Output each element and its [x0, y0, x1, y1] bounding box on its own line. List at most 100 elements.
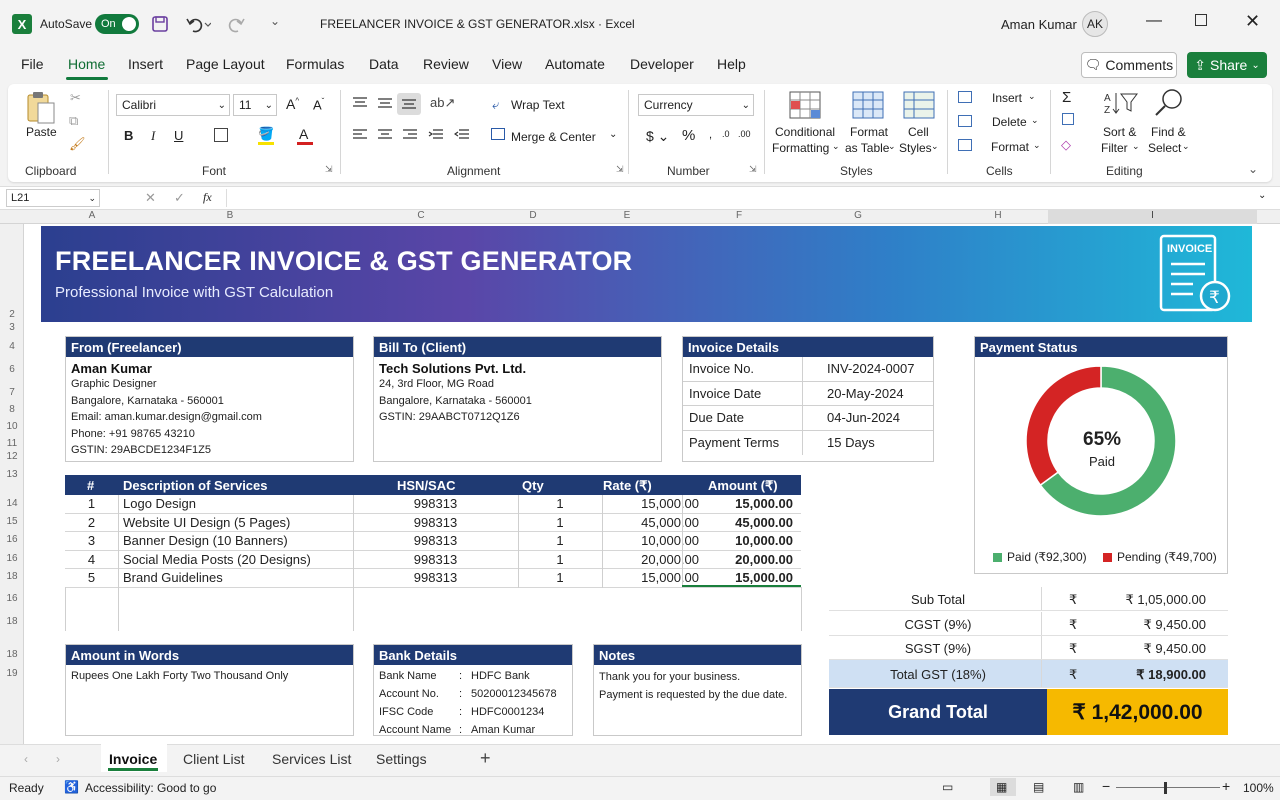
page-layout-view-icon[interactable]: ▤ — [1033, 780, 1044, 794]
sort-filter-label-1[interactable]: Sort & — [1103, 125, 1136, 139]
cell-styles-label-1[interactable]: Cell — [908, 125, 929, 139]
chevron-down-icon[interactable]: ⌄ — [832, 141, 840, 152]
comments-button[interactable]: 🗨 Comments — [1081, 52, 1177, 78]
insert-function-icon[interactable]: fx — [203, 190, 212, 205]
row-header[interactable]: 8 — [2, 404, 22, 415]
item-qty[interactable]: 1 — [518, 515, 602, 530]
item-number[interactable]: 5 — [65, 570, 118, 585]
row-header[interactable]: 6 — [2, 364, 22, 375]
menu-insert[interactable]: Insert — [128, 56, 163, 72]
merge-center-button[interactable]: Merge & Center — [511, 130, 596, 144]
dialog-launcher-icon[interactable]: ⇲ — [749, 164, 757, 175]
zoom-slider-thumb[interactable] — [1164, 782, 1167, 794]
font-name-select[interactable]: Calibri ⌄ — [116, 94, 230, 116]
font-size-select[interactable]: 11 ⌄ — [233, 94, 277, 116]
underline-icon[interactable]: U — [174, 128, 183, 143]
undo-icon[interactable] — [185, 15, 212, 36]
bank-value[interactable]: HDFC0001234 — [471, 706, 544, 718]
column-header[interactable]: G — [848, 210, 868, 221]
chevron-down-icon[interactable]: ⌄ — [1031, 115, 1039, 126]
selected-column-header[interactable]: I — [1048, 210, 1257, 224]
bold-icon[interactable]: B — [124, 128, 133, 143]
dialog-launcher-icon[interactable]: ⇲ — [616, 164, 624, 175]
decrease-indent-icon[interactable] — [428, 128, 444, 145]
menu-data[interactable]: Data — [369, 56, 399, 72]
chevron-down-icon[interactable]: ⌄ — [1028, 91, 1036, 102]
decrease-font-icon[interactable]: Aˇ — [313, 97, 324, 112]
menu-view[interactable]: View — [492, 56, 522, 72]
row-header[interactable]: 19 — [2, 668, 22, 679]
find-select-label-2[interactable]: Select — [1148, 141, 1181, 155]
tab-client-list[interactable]: Client List — [183, 751, 244, 767]
share-button[interactable]: ⇪ Share ⌄ — [1187, 52, 1267, 78]
item-description[interactable]: Website UI Design (5 Pages) — [123, 515, 353, 530]
align-top-icon[interactable] — [352, 96, 368, 113]
align-right-icon[interactable] — [402, 128, 418, 145]
confirm-entry-icon[interactable]: ✓ — [174, 190, 185, 206]
tab-invoice[interactable]: Invoice — [101, 744, 167, 772]
column-header[interactable]: D — [523, 210, 543, 221]
item-hsn[interactable]: 998313 — [353, 515, 518, 530]
close-icon[interactable]: ✕ — [1245, 11, 1260, 32]
column-header[interactable]: H — [988, 210, 1008, 221]
menu-formulas[interactable]: Formulas — [286, 56, 344, 72]
row-header[interactable]: 4 — [2, 341, 22, 352]
borders-icon[interactable] — [214, 128, 228, 142]
row-header[interactable]: 14 — [2, 498, 22, 509]
item-qty[interactable]: 1 — [518, 533, 602, 548]
name-box[interactable]: L21 ⌄ — [6, 189, 100, 207]
qat-customize-icon[interactable]: ⌄ — [270, 14, 280, 28]
row-header[interactable]: 16 — [2, 534, 22, 545]
percent-style-icon[interactable]: % — [682, 127, 695, 144]
paste-label[interactable]: Paste — [26, 125, 57, 139]
align-center-icon[interactable] — [377, 128, 393, 145]
row-header[interactable]: 13 — [2, 469, 22, 480]
wrap-text-button[interactable]: Wrap Text — [511, 98, 565, 112]
row-header[interactable]: 16 — [2, 553, 22, 564]
menu-developer[interactable]: Developer — [630, 56, 694, 72]
item-description[interactable]: Banner Design (10 Banners) — [123, 533, 353, 548]
fill-color-icon[interactable]: 🪣 — [258, 126, 274, 142]
column-header[interactable]: C — [411, 210, 431, 221]
grand-total-value[interactable]: ₹ 1,42,000.00 — [1047, 689, 1228, 735]
font-color-icon[interactable]: A — [299, 126, 308, 142]
menu-automate[interactable]: Automate — [545, 56, 605, 72]
item-number[interactable]: 3 — [65, 533, 118, 548]
italic-icon[interactable]: I — [151, 128, 155, 144]
bank-value[interactable]: Aman Kumar — [471, 724, 535, 736]
zoom-level[interactable]: 100% — [1243, 781, 1274, 795]
tab-services-list[interactable]: Services List — [272, 751, 351, 767]
row-header[interactable]: 16 — [2, 593, 22, 604]
conditional-formatting-label-2[interactable]: Formatting — [772, 141, 829, 155]
bank-value[interactable]: 50200012345678 — [471, 688, 557, 700]
payment-terms[interactable]: 15 Days — [803, 435, 875, 450]
comma-style-icon[interactable]: , — [709, 129, 712, 141]
menu-help[interactable]: Help — [717, 56, 746, 72]
row-header[interactable]: 15 — [2, 516, 22, 527]
row-header[interactable]: 2 — [2, 309, 22, 320]
align-middle-icon[interactable] — [377, 96, 393, 113]
item-amount[interactable]: 20,000.00 — [682, 552, 793, 567]
item-amount[interactable]: 10,000.00 — [682, 533, 793, 548]
item-hsn[interactable]: 998313 — [353, 533, 518, 548]
chevron-down-icon[interactable]: ⌄ — [1033, 140, 1041, 151]
zoom-in-icon[interactable]: + — [1222, 778, 1230, 794]
cut-icon[interactable]: ✂ — [70, 90, 81, 106]
format-as-table-label-2[interactable]: as Table — [845, 141, 889, 155]
column-header[interactable]: A — [82, 210, 102, 221]
maximize-icon[interactable] — [1195, 14, 1207, 26]
item-description[interactable]: Logo Design — [123, 496, 353, 511]
item-amount[interactable]: 45,000.00 — [682, 515, 793, 530]
invoice-number[interactable]: INV-2024-0007 — [803, 361, 914, 376]
total-value[interactable]: ₹ 1,05,000.00 — [1125, 592, 1206, 608]
format-cells-button[interactable]: Format — [991, 140, 1029, 154]
add-sheet-button[interactable]: + — [480, 748, 491, 769]
chevron-down-icon[interactable]: ⌄ — [1182, 141, 1190, 152]
chevron-down-icon[interactable]: ⌄ — [888, 141, 896, 152]
bank-value[interactable]: HDFC Bank — [471, 670, 530, 682]
column-header[interactable]: F — [729, 210, 749, 221]
chevron-down-icon[interactable]: ⌄ — [609, 129, 617, 140]
collapse-ribbon-icon[interactable]: ⌄ — [1248, 162, 1258, 176]
item-qty[interactable]: 1 — [518, 570, 602, 585]
chevron-down-icon[interactable]: ⌄ — [931, 141, 939, 152]
